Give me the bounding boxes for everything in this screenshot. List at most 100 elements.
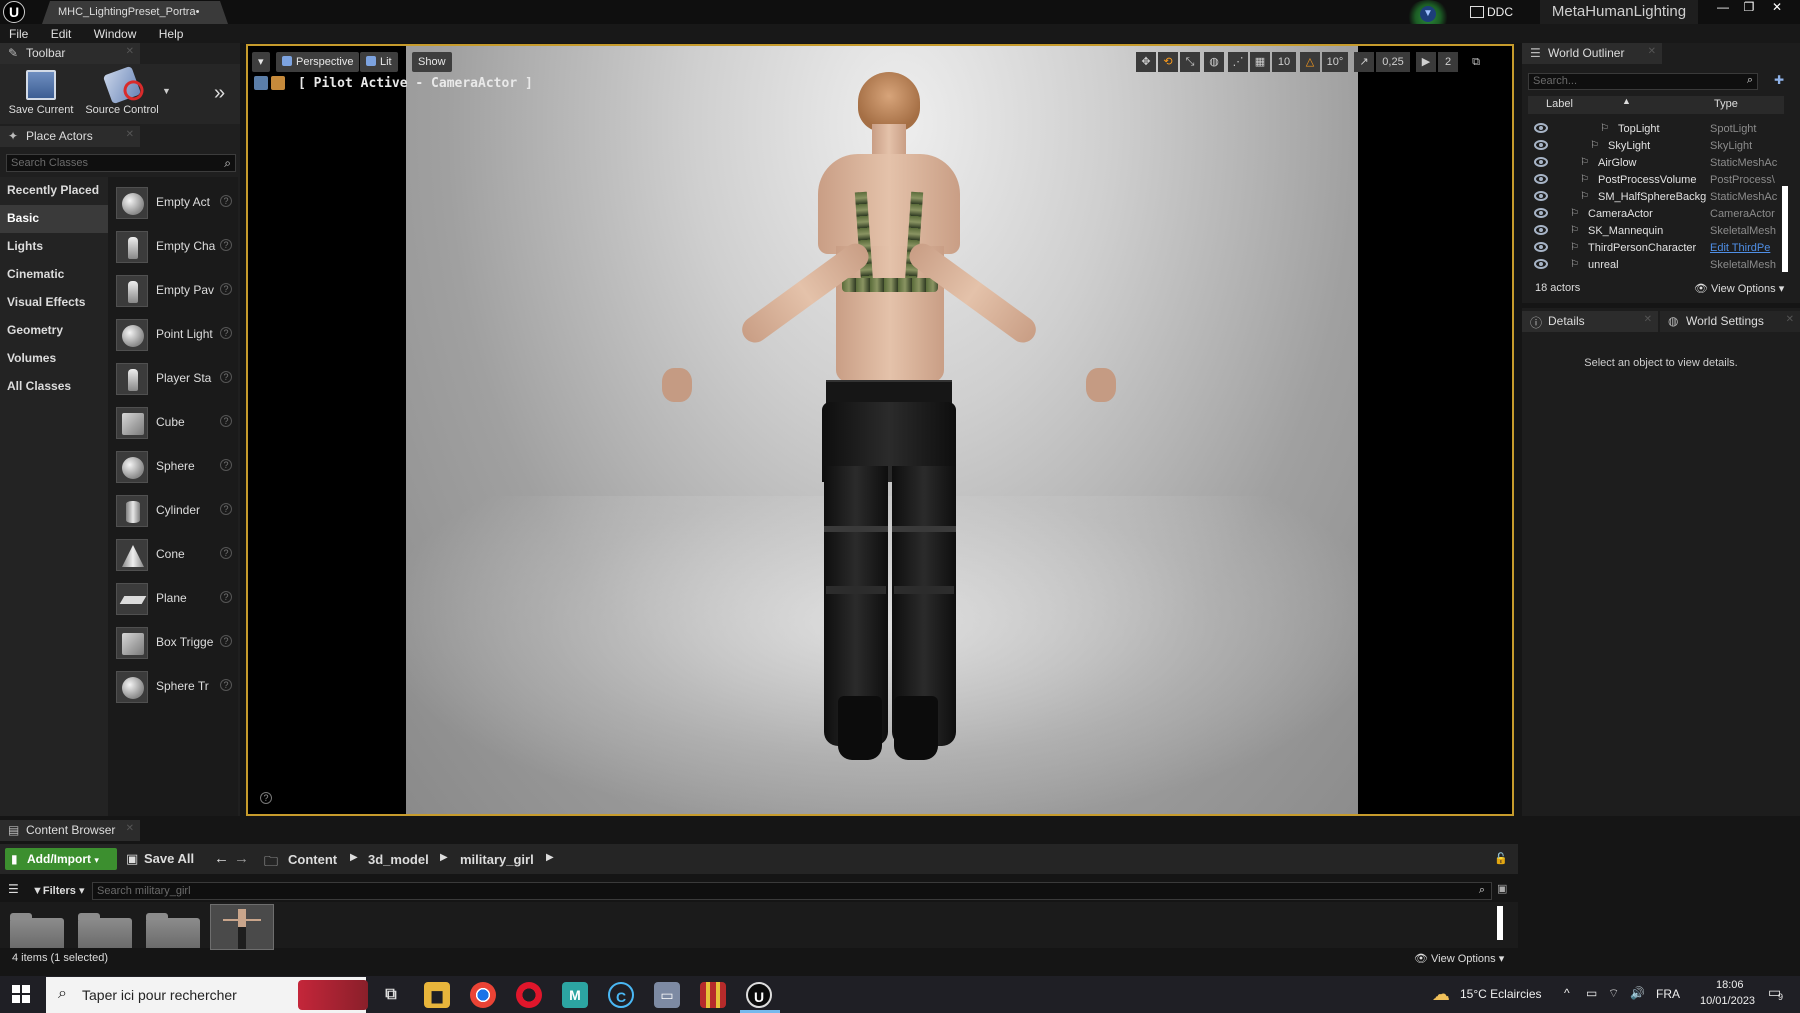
category-cinematic[interactable]: Cinematic — [0, 261, 108, 289]
actor-item[interactable]: Sphere? — [108, 445, 238, 489]
language-indicator[interactable]: FRA — [1656, 987, 1680, 1001]
outliner-scrollbar[interactable] — [1782, 186, 1788, 272]
chevron-up-icon[interactable]: ^ — [1564, 986, 1570, 1000]
maximize-viewport-icon[interactable]: ⧉ — [1466, 52, 1486, 72]
add-import-button[interactable]: ▮ Add/Import ▾ — [5, 848, 117, 870]
world-space-icon[interactable]: ◍ — [1204, 52, 1224, 72]
rotation-snap-icon[interactable]: △ — [1300, 52, 1320, 72]
menu-help[interactable]: Help — [150, 24, 194, 41]
close-button[interactable]: ✕ — [1764, 0, 1790, 16]
breadcrumb-military-girl[interactable]: military_girl — [460, 852, 534, 867]
camera-speed-icon[interactable]: ▶ — [1416, 52, 1436, 72]
edit-blueprint-link[interactable]: Edit ThirdPe — [1710, 242, 1782, 254]
pilot-eject-icon[interactable] — [254, 76, 290, 92]
camera-speed-value[interactable]: 2 — [1438, 52, 1458, 72]
visibility-eye-icon[interactable] — [1534, 259, 1548, 269]
help-icon[interactable]: ? — [220, 415, 232, 427]
perspective-button[interactable]: Perspective — [276, 52, 360, 72]
help-icon[interactable]: ? — [220, 679, 232, 691]
maximize-button[interactable]: ❐ — [1736, 0, 1762, 16]
expand-toolbar-icon[interactable]: » — [214, 82, 225, 105]
outliner-row[interactable]: ⚐ SkyLight SkyLight — [1528, 138, 1784, 155]
category-lights[interactable]: Lights — [0, 233, 108, 261]
help-icon[interactable]: ? — [220, 503, 232, 515]
clock-date[interactable]: 10/01/2023 — [1700, 995, 1755, 1007]
wifi-icon[interactable]: ⌔ — [1608, 986, 1619, 1001]
file-explorer-icon[interactable]: ▆ — [424, 982, 450, 1008]
outliner-row[interactable]: ⚐ ThirdPersonCharacter Edit ThirdPe — [1528, 240, 1784, 257]
category-visual-effects[interactable]: Visual Effects — [0, 289, 108, 317]
save-current-button[interactable]: Save Current — [6, 70, 76, 116]
visibility-eye-icon[interactable] — [1534, 225, 1548, 235]
lit-button[interactable]: Lit — [360, 52, 398, 72]
ddc-indicator[interactable]: DDC — [1470, 2, 1540, 22]
surface-snap-icon[interactable]: ⋰ — [1228, 52, 1248, 72]
scale-tool-icon[interactable]: ⤡ — [1180, 52, 1200, 72]
breadcrumb-separator-icon[interactable]: ▶ — [440, 852, 448, 863]
content-search-input[interactable]: Search military_girl ⌕ — [92, 882, 1492, 900]
outliner-row[interactable]: ⚐ unreal SkeletalMesh — [1528, 257, 1784, 274]
save-search-icon[interactable]: ▣ — [1497, 882, 1507, 895]
actor-item[interactable]: Empty Cha? — [108, 225, 238, 269]
visibility-eye-icon[interactable] — [1534, 242, 1548, 252]
close-icon[interactable]: ✕ — [126, 129, 134, 140]
help-icon[interactable]: ? — [220, 591, 232, 603]
column-type-header[interactable]: Type — [1714, 98, 1738, 110]
help-icon[interactable]: ? — [220, 327, 232, 339]
tab-content-browser[interactable]: ▤ Content Browser ✕ — [0, 820, 140, 841]
category-geometry[interactable]: Geometry — [0, 317, 108, 345]
winrar-icon[interactable] — [700, 982, 726, 1008]
actor-item[interactable]: Sphere Tr? — [108, 665, 238, 709]
visibility-eye-icon[interactable] — [1534, 157, 1548, 167]
actor-item[interactable]: Cone? — [108, 533, 238, 577]
tab-details[interactable]: ⓘ Details ✕ — [1522, 311, 1658, 332]
actor-item[interactable]: Cylinder? — [108, 489, 238, 533]
chrome-icon[interactable] — [470, 982, 496, 1008]
visibility-eye-icon[interactable] — [1534, 123, 1548, 133]
scale-snap-value[interactable]: 0,25 — [1376, 52, 1410, 72]
outliner-row[interactable]: ⚐ CameraActor CameraActor — [1528, 206, 1784, 223]
visibility-eye-icon[interactable] — [1534, 191, 1548, 201]
source-control-button[interactable]: Source Control — [82, 65, 162, 116]
actor-item[interactable]: Empty Act? — [108, 181, 238, 225]
asset-thumbnail-selected[interactable] — [210, 904, 274, 950]
actor-item[interactable]: Cube? — [108, 401, 238, 445]
app-c-icon[interactable]: C — [608, 982, 634, 1008]
document-tab[interactable]: MHC_LightingPreset_Portra• — [42, 1, 228, 24]
help-icon[interactable]: ? — [220, 283, 232, 295]
opera-icon[interactable] — [516, 982, 542, 1008]
content-scrollbar[interactable] — [1497, 906, 1503, 940]
folder-icon[interactable] — [146, 913, 200, 948]
tab-place-actors[interactable]: ✦ Place Actors ✕ — [0, 126, 140, 147]
menu-file[interactable]: File — [0, 24, 38, 41]
column-label-header[interactable]: Label — [1546, 98, 1573, 110]
filters-button[interactable]: ▼Filters ▾ — [32, 882, 84, 900]
category-all-classes[interactable]: All Classes — [0, 373, 108, 401]
weather-text[interactable]: 15°C Eclaircies — [1460, 987, 1542, 1001]
clock-time[interactable]: 18:06 — [1716, 979, 1744, 991]
tab-world-outliner[interactable]: ☰ World Outliner ✕ — [1522, 43, 1662, 64]
breadcrumb-separator-icon[interactable]: ▶ — [546, 852, 554, 863]
level-viewport[interactable]: ▾ Perspective Lit Show ✥ ⟲ ⤡ ◍ ⋰ ▦ 10 △ … — [246, 44, 1514, 816]
actor-item[interactable]: Empty Pav? — [108, 269, 238, 313]
help-icon[interactable]: ? — [220, 547, 232, 559]
search-classes-input[interactable]: Search Classes ⌕ — [6, 154, 236, 172]
close-icon[interactable]: ✕ — [1786, 314, 1794, 325]
close-icon[interactable]: ✕ — [126, 46, 134, 57]
outliner-row[interactable]: ⚐ SM_HalfSphereBackg StaticMeshAc — [1528, 189, 1784, 206]
menu-edit[interactable]: Edit — [42, 24, 82, 41]
scale-snap-icon[interactable]: ↗ — [1354, 52, 1374, 72]
outliner-row[interactable]: ⚐ PostProcessVolume PostProcess\ — [1528, 172, 1784, 189]
category-basic[interactable]: Basic — [0, 205, 108, 233]
network-icon[interactable]: ▭ — [1586, 986, 1597, 1000]
translate-tool-icon[interactable]: ✥ — [1136, 52, 1156, 72]
viewport-scene[interactable] — [406, 46, 1358, 814]
grid-snap-value[interactable]: 10 — [1272, 52, 1296, 72]
rotate-tool-icon[interactable]: ⟲ — [1158, 52, 1178, 72]
app-window-icon[interactable]: ▭ — [654, 982, 680, 1008]
actor-item[interactable]: Plane? — [108, 577, 238, 621]
minimize-button[interactable]: — — [1710, 0, 1736, 16]
close-icon[interactable]: ✕ — [126, 823, 134, 834]
lock-icon[interactable]: 🔓 — [1494, 852, 1508, 865]
rotation-snap-value[interactable]: 10° — [1322, 52, 1348, 72]
